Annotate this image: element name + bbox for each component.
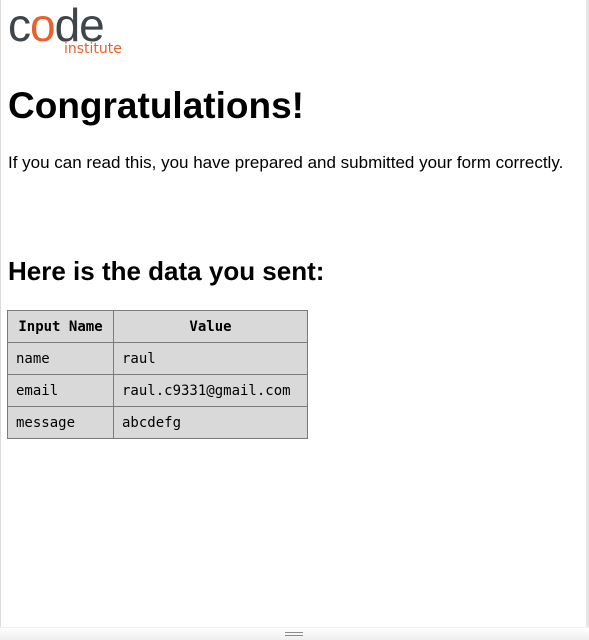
data-heading: Here is the data you sent: bbox=[8, 256, 325, 286]
cell-value: raul bbox=[113, 342, 308, 375]
cell-value: raul.c9331@gmail.com bbox=[113, 374, 308, 407]
logo-letter-c: c bbox=[8, 0, 31, 51]
column-header-value: Value bbox=[113, 310, 308, 343]
table-row: name raul bbox=[7, 342, 308, 375]
cell-input-name: name bbox=[7, 342, 114, 375]
column-header-input-name: Input Name bbox=[7, 310, 114, 343]
submitted-data-table: Input Name Value name raul email raul.c9… bbox=[7, 310, 308, 439]
viewport-left-border bbox=[0, 0, 1, 640]
cell-input-name: message bbox=[7, 406, 114, 439]
code-institute-logo: code institute bbox=[8, 2, 128, 62]
table-header-row: Input Name Value bbox=[7, 310, 308, 343]
cell-input-name: email bbox=[7, 374, 114, 407]
logo-letter-o: o bbox=[30, 0, 56, 51]
table-row: message abcdefg bbox=[7, 406, 308, 439]
table-row: email raul.c9331@gmail.com bbox=[7, 374, 308, 407]
resize-bar[interactable] bbox=[0, 627, 589, 640]
page-title: Congratulations! bbox=[8, 85, 304, 126]
cell-value: abcdefg bbox=[113, 406, 308, 439]
intro-text: If you can read this, you have prepared … bbox=[8, 153, 564, 172]
resize-grip-icon[interactable] bbox=[285, 632, 303, 638]
logo-subtitle: institute bbox=[64, 41, 122, 57]
